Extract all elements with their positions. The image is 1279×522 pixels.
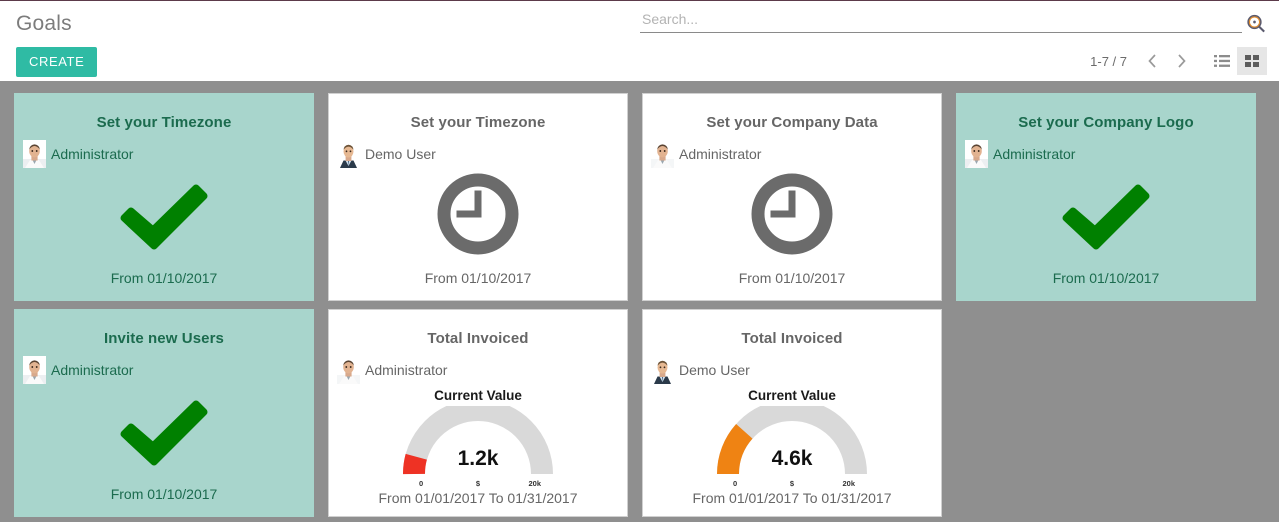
kanban-card-total-invoiced-demo[interactable]: Total Invoiced Demo User Current Value 4…	[642, 309, 942, 517]
kanban-card-set-your-timezone-demo[interactable]: Set your Timezone Demo User From 01/10/2…	[328, 93, 628, 301]
card-period: From 01/10/2017	[110, 486, 218, 502]
control-panel: Goals CREATE 1-7 / 7	[0, 0, 1279, 85]
card-visual	[957, 168, 1255, 264]
card-user-name: Administrator	[51, 146, 134, 162]
card-period: From 01/10/2017	[424, 270, 532, 286]
admin-avatar	[651, 140, 674, 168]
card-title: Set your Company Data	[706, 114, 878, 131]
pager: 1-7 / 7	[1090, 47, 1267, 75]
card-title: Total Invoiced	[741, 330, 843, 347]
pager-prev-button[interactable]	[1139, 48, 1166, 74]
kanban-board: Set your Timezone Administrator From 01/…	[0, 85, 1279, 518]
admin-avatar	[23, 356, 46, 384]
kanban-row: Set your Timezone Administrator From 01/…	[0, 89, 1279, 305]
search-plus-icon[interactable]	[1245, 13, 1267, 35]
card-user: Administrator	[957, 140, 1255, 168]
check-icon	[118, 394, 210, 471]
kanban-view-button[interactable]	[1237, 47, 1267, 75]
card-period: From 01/10/2017	[738, 270, 846, 286]
admin-avatar	[337, 356, 360, 384]
search-input[interactable]	[640, 9, 1242, 32]
card-user: Administrator	[15, 356, 313, 384]
check-icon	[1060, 178, 1152, 255]
check-icon	[118, 178, 210, 255]
admin-avatar	[965, 140, 988, 168]
card-user-name: Demo User	[679, 362, 750, 378]
card-user: Administrator	[329, 356, 627, 384]
card-visual	[15, 168, 313, 264]
card-visual	[15, 384, 313, 480]
card-user: Demo User	[329, 140, 627, 168]
clock-icon	[750, 172, 834, 261]
kanban-card-total-invoiced-admin[interactable]: Total Invoiced Administrator Current Val…	[328, 309, 628, 517]
gauge-value: 1.2k	[457, 447, 499, 470]
clock-icon	[436, 172, 520, 261]
gauge-max-label: 20k	[528, 479, 541, 488]
demo-avatar	[337, 140, 360, 168]
page-title: Goals	[16, 12, 72, 35]
kanban-card-invite-new-users[interactable]: Invite new Users Administrator From 01/1…	[14, 309, 314, 517]
gauge-max-label: 20k	[842, 479, 855, 488]
create-button[interactable]: CREATE	[16, 47, 98, 77]
card-title: Set your Timezone	[410, 114, 546, 131]
gauge-chart: 4.6k 0 $ 20k	[716, 399, 867, 488]
pager-count: 1-7 / 7	[1090, 53, 1127, 69]
kanban-card-set-your-company-logo[interactable]: Set your Company Logo Administrator From…	[956, 93, 1256, 301]
card-user: Administrator	[643, 140, 941, 168]
card-title: Invite new Users	[104, 330, 224, 347]
gauge-title: Current Value	[748, 388, 836, 403]
demo-avatar	[651, 356, 674, 384]
list-view-button[interactable]	[1207, 47, 1237, 75]
search-bar[interactable]	[640, 9, 1242, 33]
card-period: From 01/01/2017 To 01/31/2017	[692, 490, 892, 506]
card-visual	[643, 168, 941, 264]
pager-next-button[interactable]	[1168, 48, 1195, 74]
card-user-name: Administrator	[993, 146, 1076, 162]
card-title: Set your Company Logo	[1018, 114, 1194, 131]
card-user-name: Administrator	[365, 362, 448, 378]
kanban-card-set-your-timezone-admin[interactable]: Set your Timezone Administrator From 01/…	[14, 93, 314, 301]
kanban-row: Invite new Users Administrator From 01/1…	[0, 305, 1279, 521]
card-period: From 01/01/2017 To 01/31/2017	[378, 490, 578, 506]
view-switcher	[1207, 47, 1267, 75]
gauge-title: Current Value	[434, 388, 522, 403]
card-title: Total Invoiced	[427, 330, 529, 347]
card-user-name: Administrator	[51, 362, 134, 378]
card-user: Demo User	[643, 356, 941, 384]
card-user-name: Administrator	[679, 146, 762, 162]
card-title: Set your Timezone	[96, 114, 232, 131]
card-user: Administrator	[15, 140, 313, 168]
kanban-card-set-your-company-data[interactable]: Set your Company Data Administrator From…	[642, 93, 942, 301]
gauge-chart: 1.2k 0 $ 20k	[403, 399, 553, 488]
admin-avatar	[23, 140, 46, 168]
card-user-name: Demo User	[365, 146, 436, 162]
gauge-value: 4.6k	[771, 447, 813, 470]
card-period: From 01/10/2017	[110, 270, 218, 286]
card-period: From 01/10/2017	[1052, 270, 1160, 286]
card-visual	[329, 168, 627, 264]
